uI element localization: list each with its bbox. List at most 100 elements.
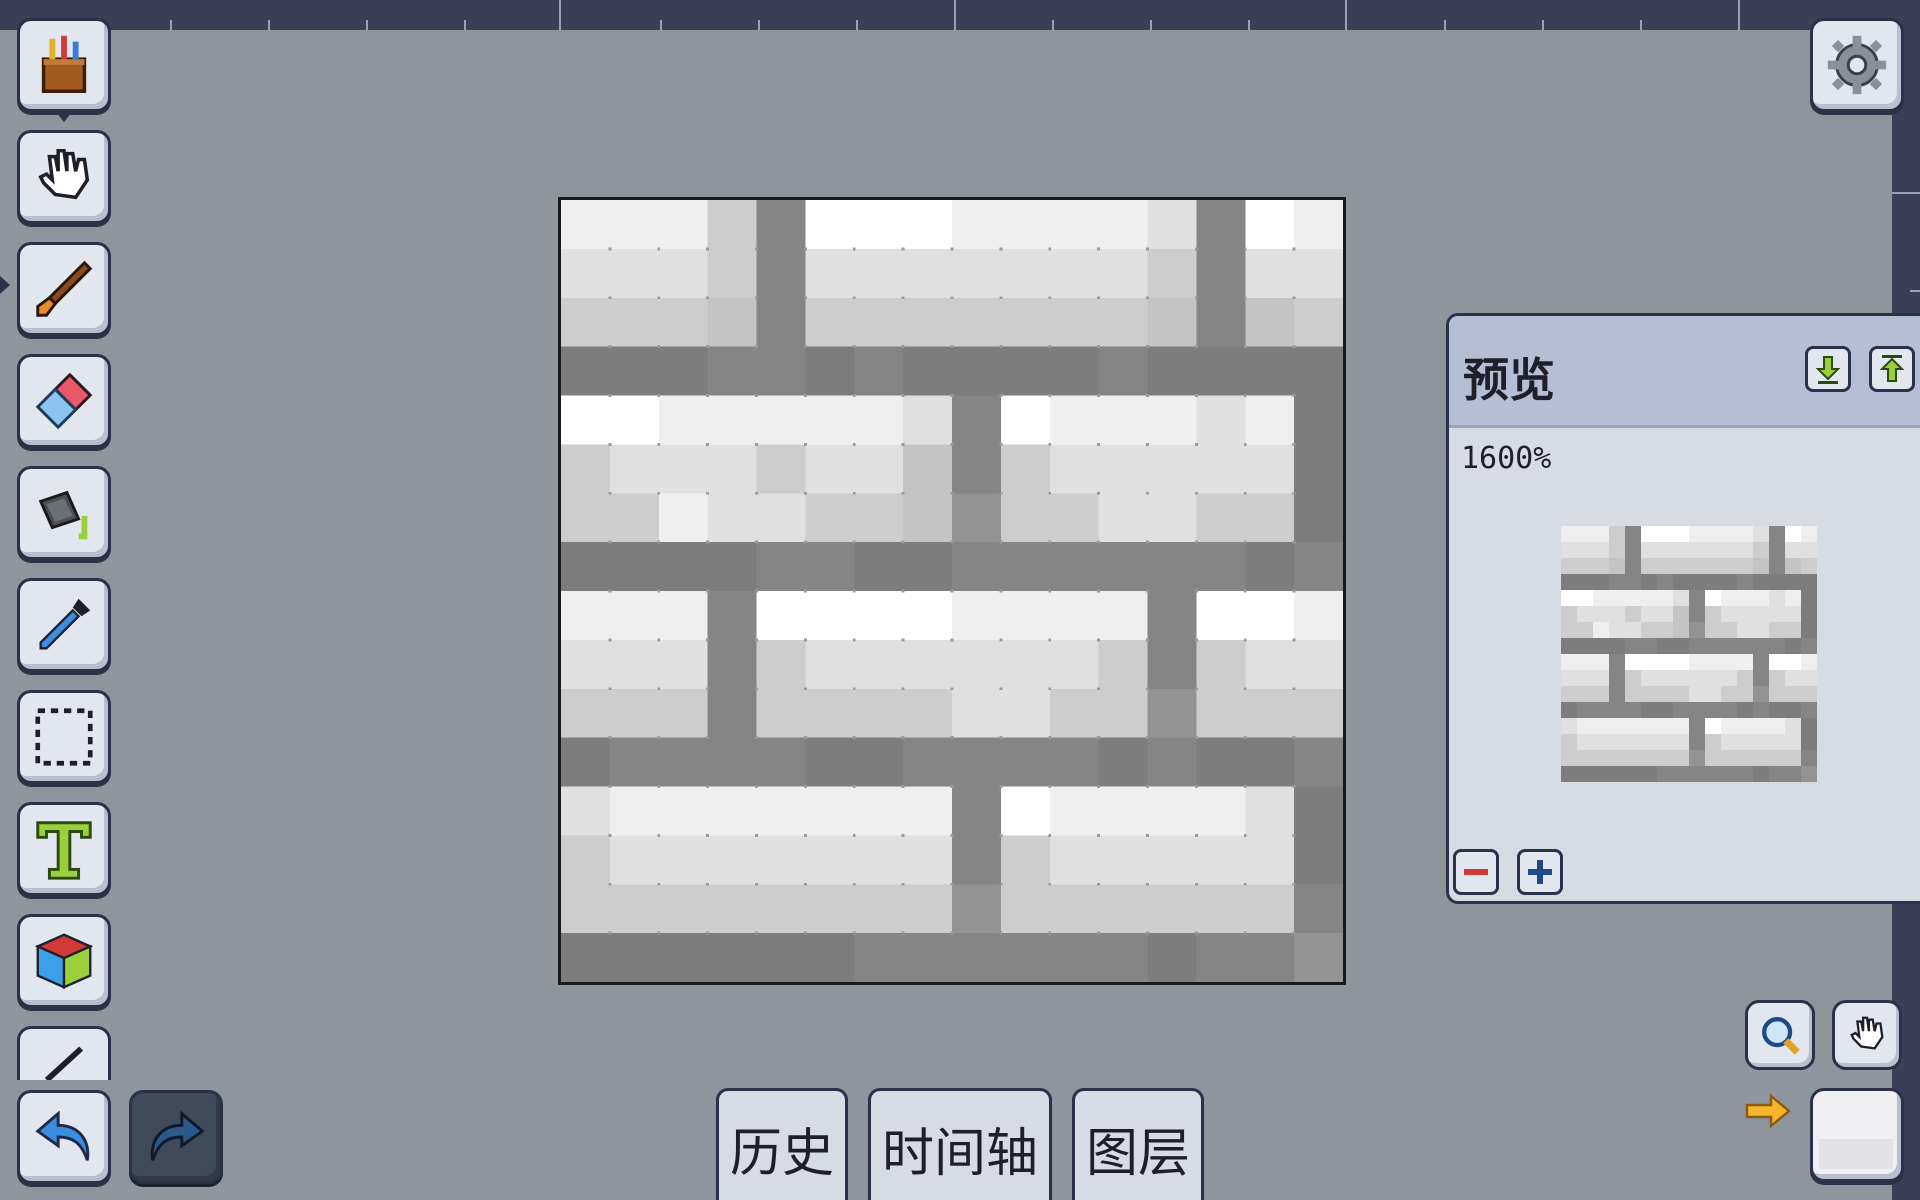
pixel <box>1294 639 1343 689</box>
tab-history[interactable]: 历史 <box>716 1088 848 1200</box>
pixel <box>1245 346 1295 396</box>
pixel <box>1196 493 1246 543</box>
brush-tool-button[interactable] <box>17 242 111 336</box>
pixel <box>1769 686 1785 702</box>
grid-dot <box>852 882 856 886</box>
grid-dot <box>706 736 710 740</box>
pixel <box>1705 558 1721 574</box>
text-tool-button[interactable] <box>17 802 111 896</box>
preview-dock-up-button[interactable] <box>1869 346 1915 392</box>
grid-dot <box>999 687 1003 691</box>
grid-dot <box>852 296 856 300</box>
pixel <box>1000 737 1050 787</box>
pixel <box>1801 734 1817 750</box>
grid-dot <box>657 296 661 300</box>
current-color-swatch[interactable] <box>1810 1088 1904 1182</box>
grid-dot <box>1048 833 1052 837</box>
pixel <box>854 737 904 787</box>
tab-timeline[interactable]: 时间轴 <box>868 1088 1052 1200</box>
pixel <box>952 248 1001 298</box>
grid-dot <box>1292 296 1296 300</box>
pixel <box>1196 346 1246 396</box>
pixel <box>1561 638 1577 654</box>
pixel <box>1705 574 1721 590</box>
pixel <box>1577 686 1593 702</box>
pixel <box>1294 346 1343 396</box>
eraser-icon <box>35 372 93 430</box>
eyedropper-tool-button[interactable] <box>17 578 111 672</box>
undo-button[interactable] <box>17 1090 111 1184</box>
grid-dot <box>1097 931 1101 935</box>
grid-dot <box>1243 785 1247 788</box>
pixel <box>805 639 855 689</box>
grid-dot <box>999 540 1003 544</box>
pan-tool-button[interactable] <box>1832 1000 1902 1070</box>
grid-dot <box>1194 394 1198 397</box>
eraser-tool-button[interactable] <box>17 354 111 448</box>
preview-zoom-in-button[interactable] <box>1517 849 1563 895</box>
grid-dot <box>1097 785 1101 788</box>
pixel <box>1609 686 1625 702</box>
grid-dot <box>1048 736 1052 740</box>
grid-dot <box>1243 687 1247 691</box>
swap-color-arrow[interactable] <box>1744 1093 1792 1133</box>
grid-dot <box>1292 345 1296 349</box>
pixel <box>1609 718 1625 734</box>
pixel <box>1098 248 1148 298</box>
pixel <box>1000 493 1050 543</box>
pixel <box>1705 750 1721 766</box>
grid-dot <box>657 833 661 837</box>
drawing-canvas[interactable] <box>558 197 1346 985</box>
grid-dot <box>1146 785 1149 788</box>
pixel <box>1721 542 1737 558</box>
fill-tool-button[interactable] <box>17 466 111 560</box>
preview-zoom-out-button[interactable] <box>1453 849 1499 895</box>
pixel <box>1593 734 1609 750</box>
pixel <box>1801 606 1817 622</box>
pixel <box>1801 526 1817 542</box>
pixel <box>1196 786 1246 836</box>
shape-tool-button[interactable] <box>17 914 111 1008</box>
pixel <box>756 248 806 298</box>
preview-dock-down-button[interactable] <box>1805 346 1851 392</box>
pixel <box>1625 574 1641 590</box>
grid-dot <box>901 345 905 349</box>
pixel <box>1705 638 1721 654</box>
pixel <box>1294 248 1343 298</box>
pixel <box>1561 654 1577 670</box>
preview-thumbnail <box>1561 526 1817 782</box>
pixel <box>952 786 1001 836</box>
pixel <box>1721 574 1737 590</box>
pixel <box>1705 606 1721 622</box>
pixel <box>1641 654 1657 670</box>
pixel <box>1705 686 1721 702</box>
pixel <box>1147 737 1197 787</box>
pixel <box>1801 686 1817 702</box>
grid-dot <box>1048 247 1052 251</box>
pixel <box>1705 670 1721 686</box>
pixel <box>1098 639 1148 689</box>
pixel <box>854 688 904 738</box>
line-tool-button[interactable] <box>17 1026 111 1080</box>
pixel <box>561 493 610 543</box>
pixel <box>805 200 855 249</box>
grid-dot <box>950 589 954 593</box>
pixel <box>1593 542 1609 558</box>
grid-dot <box>657 394 661 397</box>
pixel <box>1673 766 1689 782</box>
zoom-tool-button[interactable] <box>1745 1000 1815 1070</box>
pixel <box>1785 574 1801 590</box>
pixel <box>707 688 757 738</box>
settings-button[interactable] <box>1810 18 1904 112</box>
tab-layers[interactable]: 图层 <box>1072 1088 1204 1200</box>
redo-button[interactable] <box>129 1090 223 1184</box>
pixel <box>707 737 757 787</box>
palette-tool-button[interactable] <box>17 18 111 112</box>
hand-tool-button[interactable] <box>17 130 111 224</box>
grid-dot <box>901 491 905 495</box>
pixel <box>1769 718 1785 734</box>
pixel <box>1737 622 1753 638</box>
pixel <box>854 786 904 836</box>
pixel <box>1625 542 1641 558</box>
select-tool-button[interactable] <box>17 690 111 784</box>
